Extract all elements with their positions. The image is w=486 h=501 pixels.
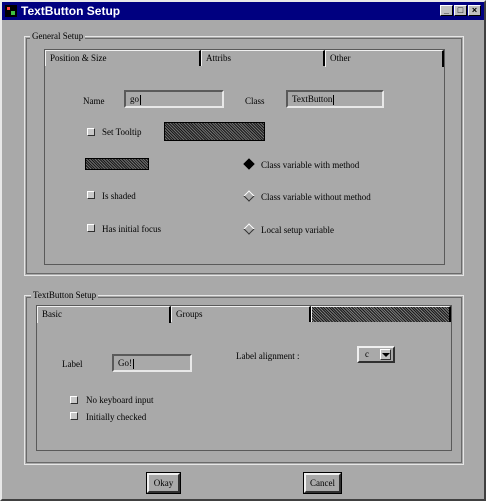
okay-button[interactable]: Okay xyxy=(146,472,181,494)
radio-class-without-method-label: Class variable without method xyxy=(261,192,371,202)
app-icon xyxy=(5,5,17,17)
minimize-button[interactable]: _ xyxy=(440,5,453,16)
has-initial-focus-checkbox[interactable] xyxy=(87,224,95,232)
tab-groups[interactable]: Groups xyxy=(171,306,311,322)
tab-attribs[interactable]: Attribs xyxy=(201,50,325,66)
cancel-button[interactable]: Cancel xyxy=(303,472,342,494)
shading-field-disabled xyxy=(85,158,149,170)
class-field[interactable]: TextButton xyxy=(286,90,384,108)
is-shaded-checkbox[interactable] xyxy=(87,191,95,199)
window-title: TextButton Setup xyxy=(21,4,121,18)
name-label: Name xyxy=(83,96,105,106)
no-keyboard-input-label: No keyboard input xyxy=(86,395,154,405)
tab-disabled xyxy=(311,306,451,322)
text-cursor xyxy=(133,358,134,369)
set-tooltip-checkbox[interactable] xyxy=(87,128,95,136)
name-field[interactable]: go xyxy=(124,90,224,108)
set-tooltip-label: Set Tooltip xyxy=(102,127,142,137)
maximize-button[interactable]: □ xyxy=(454,5,467,16)
textbutton-setup-title: TextButton Setup xyxy=(31,290,99,300)
text-cursor xyxy=(140,94,141,105)
class-label: Class xyxy=(245,96,265,106)
tab-position-size[interactable]: Position & Size xyxy=(45,50,201,66)
initially-checked-checkbox[interactable] xyxy=(70,412,78,420)
text-cursor xyxy=(333,94,335,105)
label-alignment-label: Label alignment : xyxy=(236,351,300,361)
label-label: Label xyxy=(62,359,83,369)
tab-other[interactable]: Other xyxy=(325,50,444,67)
initially-checked-label: Initially checked xyxy=(86,412,147,422)
close-button[interactable]: × xyxy=(468,5,481,16)
tooltip-field-disabled xyxy=(164,122,265,141)
chevron-down-icon[interactable] xyxy=(380,349,391,360)
name-value: go xyxy=(130,94,139,104)
radio-local-setup-variable-label: Local setup variable xyxy=(261,225,334,235)
radio-class-with-method-label: Class variable with method xyxy=(261,160,360,170)
label-value: Go! xyxy=(118,358,132,368)
title-bar[interactable]: TextButton Setup _ □ × xyxy=(2,2,484,20)
general-setup-title: General Setup xyxy=(30,31,86,41)
label-alignment-select[interactable]: c xyxy=(357,346,395,363)
tab-basic[interactable]: Basic xyxy=(37,306,171,323)
has-initial-focus-label: Has initial focus xyxy=(102,224,161,234)
dialog-window: TextButton Setup _ □ × General Setup Pos… xyxy=(0,0,486,501)
label-field[interactable]: Go! xyxy=(112,354,192,372)
is-shaded-label: Is shaded xyxy=(102,191,136,201)
class-value: TextButton xyxy=(292,94,333,104)
no-keyboard-input-checkbox[interactable] xyxy=(70,396,78,404)
label-alignment-value: c xyxy=(365,349,369,359)
textbutton-tab-panel xyxy=(36,305,452,451)
